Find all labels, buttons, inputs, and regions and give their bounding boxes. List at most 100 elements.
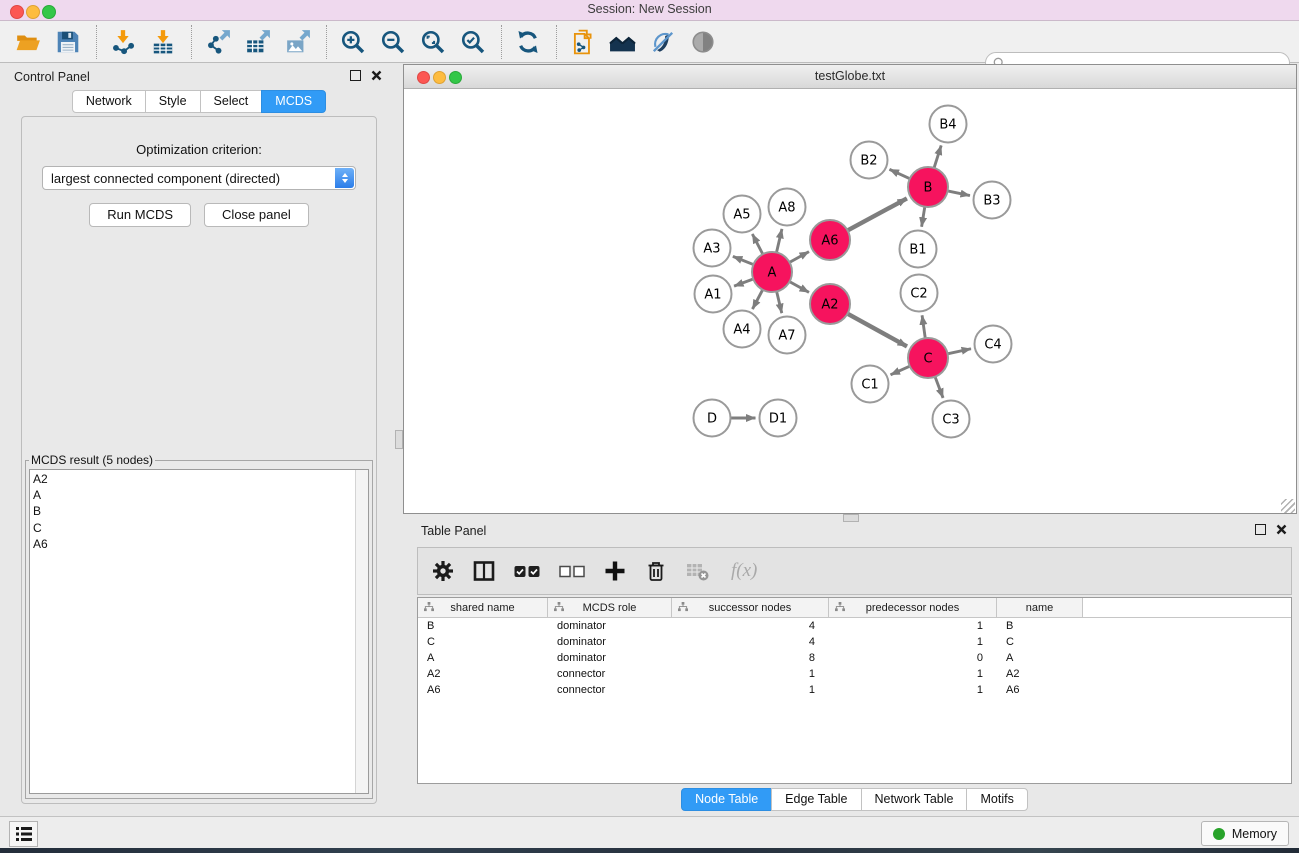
function-builder-icon[interactable]: f(x): [731, 560, 757, 582]
network-edge-C-C3[interactable]: [935, 377, 943, 398]
table-row[interactable]: Adominator80A: [418, 650, 1291, 666]
network-node-B2[interactable]: B2: [851, 142, 888, 179]
network-node-C3[interactable]: C3: [933, 401, 970, 438]
network-window-titlebar[interactable]: testGlobe.txt: [404, 65, 1296, 89]
table-row[interactable]: A6connector11A6: [418, 682, 1291, 698]
tab-motifs[interactable]: Motifs: [966, 788, 1027, 811]
vertical-splitter-handle[interactable]: [395, 430, 403, 449]
delete-table-icon[interactable]: [686, 560, 710, 582]
network-edge-A-A5[interactable]: [752, 234, 762, 254]
column-header-MCDS-role[interactable]: MCDS role: [548, 598, 672, 617]
network-edge-A-A7[interactable]: [777, 291, 782, 313]
network-edge-B-B2[interactable]: [889, 169, 909, 178]
deselect-all-icon[interactable]: [559, 565, 585, 578]
network-node-A3[interactable]: A3: [694, 230, 731, 267]
window-resize-grip[interactable]: [1281, 499, 1295, 513]
result-list-scrollbar[interactable]: [355, 470, 368, 793]
table-row[interactable]: A2connector11A2: [418, 666, 1291, 682]
result-list-item[interactable]: A2: [33, 471, 356, 487]
network-edge-A6-B[interactable]: [848, 198, 907, 230]
network-node-B4[interactable]: B4: [930, 106, 967, 143]
tab-network-table[interactable]: Network Table: [861, 788, 968, 811]
network-node-A4[interactable]: A4: [724, 311, 761, 348]
memory-button[interactable]: Memory: [1201, 821, 1289, 846]
task-history-button[interactable]: [9, 821, 38, 847]
tab-network[interactable]: Network: [72, 90, 146, 113]
close-panel-icon[interactable]: [371, 70, 382, 81]
network-edge-A-A1[interactable]: [734, 279, 753, 286]
tab-node-table[interactable]: Node Table: [681, 788, 772, 811]
network-node-B1[interactable]: B1: [900, 231, 937, 268]
save-session-icon[interactable]: [54, 28, 81, 55]
network-edge-C-C1[interactable]: [891, 366, 910, 375]
network-canvas[interactable]: B4B2BB3A8A5A6A3B1AC2A1A2A4A7C4CC1C3DD1: [404, 89, 1296, 514]
show-graphics-details-icon[interactable]: [689, 28, 716, 55]
network-node-A8[interactable]: A8: [769, 189, 806, 226]
add-entry-icon[interactable]: [604, 560, 626, 582]
network-node-A6[interactable]: A6: [810, 220, 850, 260]
network-node-D[interactable]: D: [694, 400, 731, 437]
select-all-icon[interactable]: [514, 565, 540, 578]
mcds-result-list[interactable]: A2ABCA6: [29, 469, 369, 794]
float-panel-icon[interactable]: [350, 70, 361, 81]
tab-mcds[interactable]: MCDS: [261, 90, 326, 113]
network-node-A7[interactable]: A7: [769, 317, 806, 354]
network-edge-A-A2[interactable]: [790, 282, 809, 293]
close-panel-button[interactable]: Close panel: [204, 203, 309, 227]
tab-style[interactable]: Style: [145, 90, 201, 113]
table-settings-icon[interactable]: [432, 560, 454, 582]
network-node-C1[interactable]: C1: [852, 366, 889, 403]
network-edge-B-B1[interactable]: [922, 207, 925, 227]
close-table-panel-icon[interactable]: [1276, 524, 1287, 535]
network-node-A5[interactable]: A5: [724, 196, 761, 233]
open-network-file-icon[interactable]: [569, 28, 596, 55]
network-node-C2[interactable]: C2: [901, 275, 938, 312]
refresh-view-icon[interactable]: [514, 28, 541, 55]
result-list-item[interactable]: C: [33, 520, 356, 536]
network-node-A2[interactable]: A2: [810, 284, 850, 324]
result-list-item[interactable]: A: [33, 487, 356, 503]
table-row[interactable]: Cdominator41C: [418, 634, 1291, 650]
network-node-C[interactable]: C: [908, 338, 948, 378]
network-edge-A2-C[interactable]: [848, 314, 907, 347]
network-node-B[interactable]: B: [908, 167, 948, 207]
zoom-fit-icon[interactable]: [419, 28, 446, 55]
import-network-icon[interactable]: [109, 28, 136, 55]
network-edge-C-C4[interactable]: [948, 349, 971, 354]
column-header-name[interactable]: name: [997, 598, 1083, 617]
export-image-icon[interactable]: [284, 28, 311, 55]
network-edge-A-A6[interactable]: [790, 252, 809, 263]
delete-entry-icon[interactable]: [645, 560, 667, 582]
run-mcds-button[interactable]: Run MCDS: [89, 203, 191, 227]
network-edge-A-A3[interactable]: [733, 256, 754, 264]
network-node-A1[interactable]: A1: [695, 276, 732, 313]
network-node-D1[interactable]: D1: [760, 400, 797, 437]
network-edge-A-A8[interactable]: [776, 229, 781, 253]
zoom-out-icon[interactable]: [379, 28, 406, 55]
network-edge-B-B4[interactable]: [934, 145, 941, 167]
column-header-predecessor-nodes[interactable]: predecessor nodes: [829, 598, 997, 617]
result-list-item[interactable]: B: [33, 503, 356, 519]
zoom-selected-icon[interactable]: [459, 28, 486, 55]
column-header-shared-name[interactable]: shared name: [418, 598, 548, 617]
float-table-panel-icon[interactable]: [1255, 524, 1266, 535]
open-session-icon[interactable]: [14, 28, 41, 55]
table-row[interactable]: Bdominator41B: [418, 618, 1291, 634]
export-network-icon[interactable]: [204, 28, 231, 55]
zoom-in-icon[interactable]: [339, 28, 366, 55]
network-edge-B-B3[interactable]: [948, 191, 970, 196]
show-all-networks-icon[interactable]: [609, 28, 636, 55]
result-list-item[interactable]: A6: [33, 536, 356, 552]
import-table-icon[interactable]: [149, 28, 176, 55]
tab-edge-table[interactable]: Edge Table: [771, 788, 861, 811]
show-columns-icon[interactable]: [473, 560, 495, 582]
criterion-select[interactable]: largest connected component (directed): [42, 166, 356, 190]
column-header-successor-nodes[interactable]: successor nodes: [672, 598, 829, 617]
network-node-B3[interactable]: B3: [974, 182, 1011, 219]
export-table-icon[interactable]: [244, 28, 271, 55]
network-node-A[interactable]: A: [752, 252, 792, 292]
hide-labels-icon[interactable]: [649, 28, 676, 55]
tab-select[interactable]: Select: [200, 90, 263, 113]
network-edge-C-C2[interactable]: [922, 315, 925, 338]
network-edge-A-A4[interactable]: [752, 290, 762, 309]
